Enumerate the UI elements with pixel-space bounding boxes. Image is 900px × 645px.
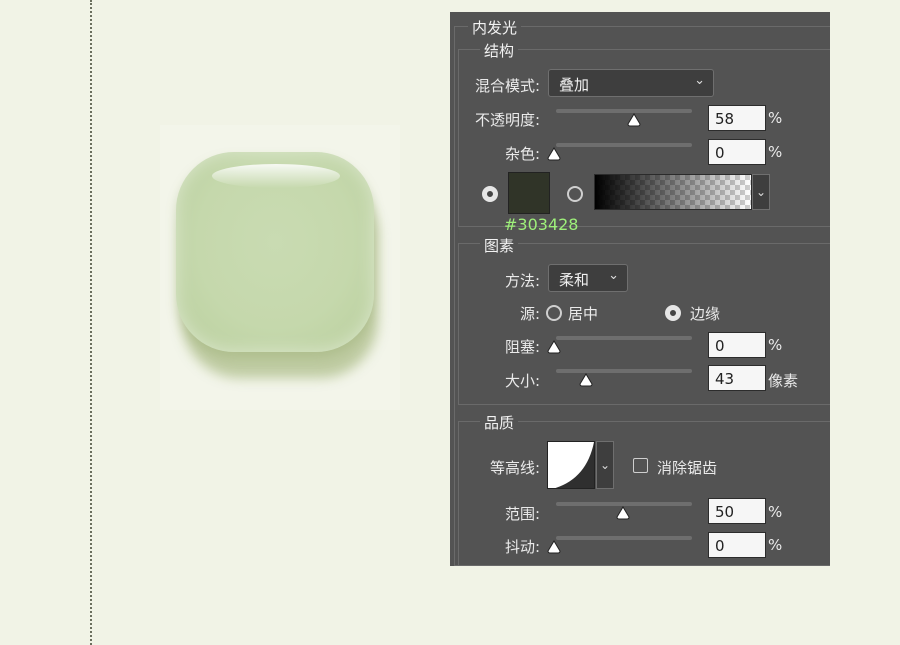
- opacity-slider-thumb-icon[interactable]: [627, 113, 641, 127]
- elements-heading: 图素: [480, 235, 519, 256]
- choke-unit: %: [768, 336, 783, 354]
- jitter-label: 抖动:: [504, 538, 540, 556]
- source-label: 源:: [519, 305, 540, 323]
- range-label: 范围:: [504, 505, 540, 523]
- quality-heading: 品质: [480, 412, 519, 433]
- opacity-label: 不透明度:: [474, 111, 540, 129]
- choke-label: 阻塞:: [504, 338, 540, 356]
- panel-title: 内发光: [468, 17, 522, 38]
- method-value: 柔和: [559, 271, 590, 289]
- method-select[interactable]: 柔和 ⌄: [548, 264, 628, 292]
- gradient-radio[interactable]: [567, 186, 583, 202]
- jitter-slider-track[interactable]: [556, 536, 692, 540]
- range-unit: %: [768, 503, 783, 521]
- choke-slider-thumb-icon[interactable]: [547, 340, 561, 354]
- chevron-down-icon: ⌄: [694, 73, 705, 88]
- size-input[interactable]: 43: [708, 365, 766, 391]
- chevron-down-icon: ⌄: [608, 268, 619, 283]
- jitter-slider-thumb-icon[interactable]: [547, 540, 561, 554]
- antialias-label: 消除锯齿: [657, 459, 718, 477]
- noise-unit: %: [768, 143, 783, 161]
- opacity-input[interactable]: 58: [708, 105, 766, 131]
- glow-color-swatch[interactable]: [508, 172, 550, 214]
- gradient-chevron-down-icon[interactable]: ⌄: [752, 174, 770, 210]
- source-edge-label: 边缘: [690, 305, 721, 323]
- noise-label: 杂色:: [504, 145, 540, 163]
- noise-slider-thumb-icon[interactable]: [547, 147, 561, 161]
- noise-slider-track[interactable]: [556, 143, 692, 147]
- choke-input[interactable]: 0: [708, 332, 766, 358]
- range-input[interactable]: 50: [708, 498, 766, 524]
- dashed-guide-line: [90, 0, 92, 645]
- source-edge-radio[interactable]: [665, 305, 681, 321]
- method-label: 方法:: [504, 272, 540, 290]
- contour-label: 等高线:: [489, 459, 540, 477]
- contour-curve-icon[interactable]: [547, 441, 595, 489]
- opacity-slider-track[interactable]: [556, 109, 692, 113]
- gradient-preview[interactable]: [594, 174, 752, 210]
- range-slider-thumb-icon[interactable]: [616, 506, 630, 520]
- size-slider-thumb-icon[interactable]: [579, 373, 593, 387]
- source-center-label: 居中: [568, 305, 599, 323]
- blend-mode-value: 叠加: [559, 76, 590, 94]
- size-label: 大小:: [504, 372, 540, 390]
- color-hex-label: #303428: [504, 215, 579, 234]
- choke-slider-track[interactable]: [556, 336, 692, 340]
- solid-color-radio[interactable]: [482, 186, 498, 202]
- opacity-unit: %: [768, 109, 783, 127]
- jitter-input[interactable]: 0: [708, 532, 766, 558]
- blend-mode-select[interactable]: 叠加 ⌄: [548, 69, 714, 97]
- jitter-unit: %: [768, 536, 783, 554]
- structure-heading: 结构: [480, 40, 519, 61]
- blend-mode-label: 混合模式:: [474, 77, 540, 95]
- contour-chevron-down-icon[interactable]: ⌄: [596, 441, 614, 489]
- source-center-radio[interactable]: [546, 305, 562, 321]
- antialias-checkbox[interactable]: [633, 458, 648, 473]
- noise-input[interactable]: 0: [708, 139, 766, 165]
- size-unit: 像素: [768, 372, 799, 390]
- size-slider-track[interactable]: [556, 369, 692, 373]
- rounded-square-icon-preview: [176, 152, 374, 352]
- contour-curve-graph: [555, 442, 594, 488]
- inner-glow-panel: 内发光 结构 混合模式: 叠加 ⌄ 不透明度: 58 % 杂色: 0 % ⌄ #…: [450, 12, 830, 566]
